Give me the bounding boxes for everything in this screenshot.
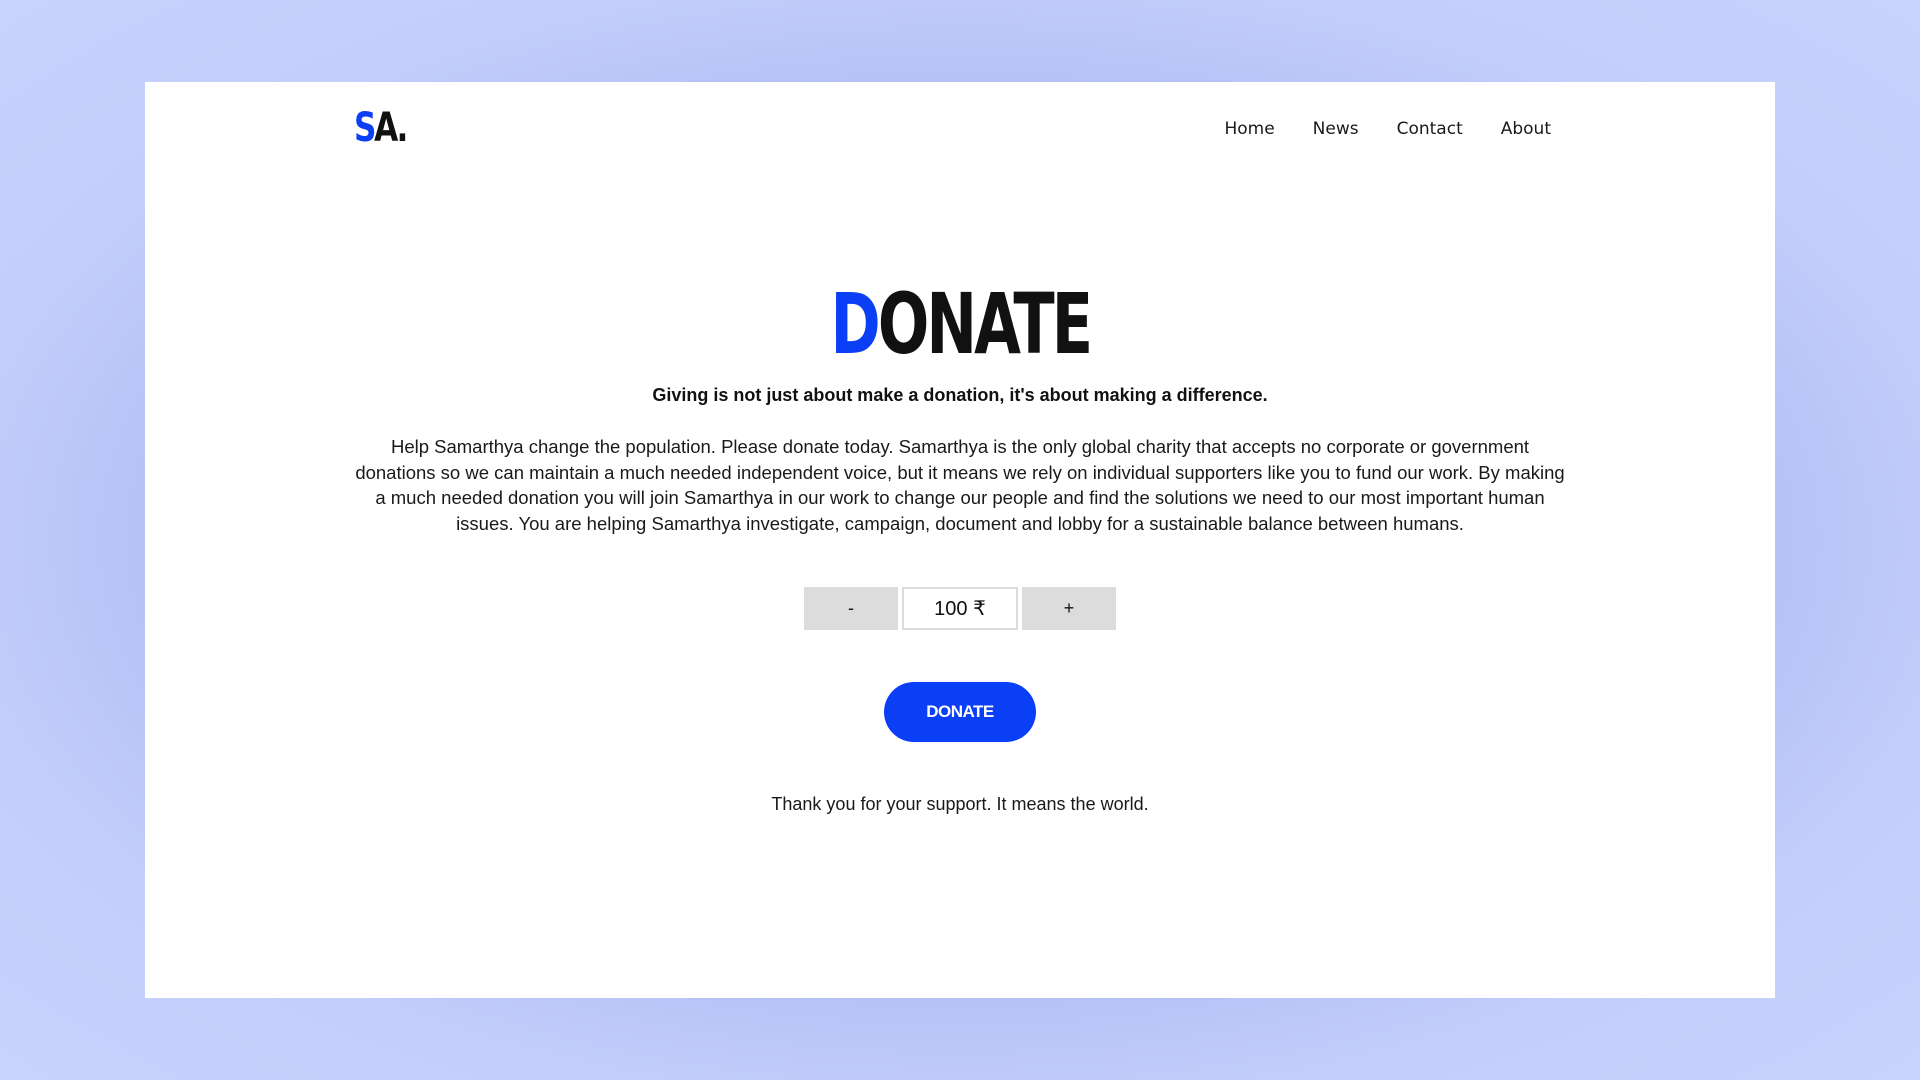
logo-letter-s: S: [354, 105, 376, 151]
main-nav: Home News Contact About: [1224, 119, 1551, 139]
nav-item-about[interactable]: About: [1501, 119, 1551, 139]
donate-button[interactable]: DONATE: [884, 682, 1036, 742]
amount-field[interactable]: 100 ₹: [902, 587, 1018, 630]
logo-letter-a: A.: [374, 105, 408, 151]
thank-you-text: Thank you for your support. It means the…: [771, 794, 1149, 814]
nav-item-home[interactable]: Home: [1224, 119, 1274, 139]
page-card: SA. Home News Contact About DONATE Givin…: [145, 82, 1775, 998]
title-rest: ONATE: [877, 275, 1093, 373]
donation-description: Help Samarthya change the population. Pl…: [355, 436, 1565, 534]
page-title: DONATE: [145, 282, 1775, 366]
nav-item-news[interactable]: News: [1313, 119, 1359, 139]
increment-button[interactable]: +: [1022, 587, 1116, 630]
tagline: Giving is not just about make a donation…: [652, 385, 1268, 405]
amount-stepper: - 100 ₹ +: [804, 587, 1116, 630]
decrement-button[interactable]: -: [804, 587, 898, 630]
site-logo[interactable]: SA.: [354, 105, 408, 151]
title-accent-letter: D: [830, 275, 880, 373]
nav-item-contact[interactable]: Contact: [1397, 119, 1463, 139]
